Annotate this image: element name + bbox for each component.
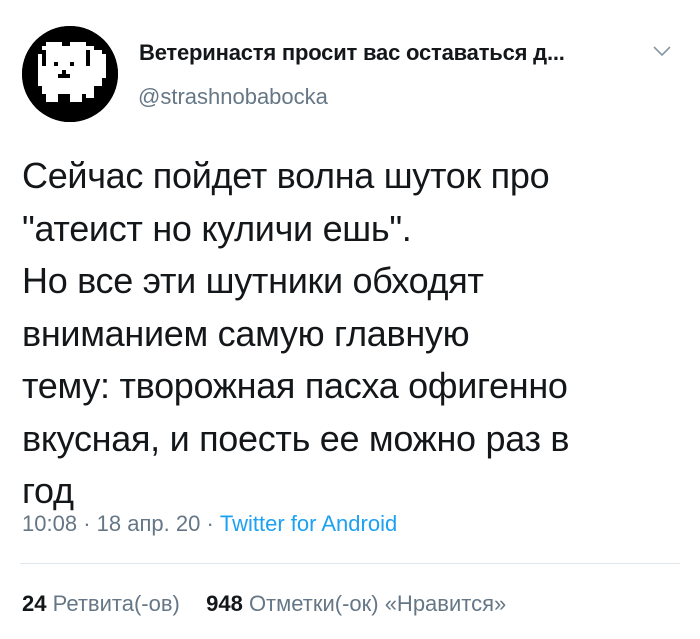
divider <box>20 563 680 564</box>
pixel-dog-avatar-icon <box>22 26 118 122</box>
meta-separator: · <box>83 511 91 536</box>
retweets-stat[interactable]: 24 Ретвита(-ов) <box>22 591 186 616</box>
tweet-text-line: Сейчас пойдет волна шуток про <box>22 155 550 196</box>
likes-stat[interactable]: 948 Отметки(-ок) «Нравится» <box>206 591 506 616</box>
tweet-metadata: 10:08 · 18 апр. 20 · Twitter for Android <box>22 511 397 537</box>
tweet-date[interactable]: 18 апр. 20 <box>97 511 201 536</box>
tweet-text-line: Но все эти шутники обходят <box>22 260 484 301</box>
tweet-source-link[interactable]: Twitter for Android <box>220 511 397 536</box>
display-name[interactable]: Ветеринастя просит вас оставаться д... <box>139 40 565 66</box>
tweet-text-line: вкусная, и поесть ее можно раз в <box>22 417 570 459</box>
chevron-down-icon[interactable] <box>651 43 673 59</box>
user-handle[interactable]: @strashnobabocka <box>138 84 328 110</box>
avatar[interactable] <box>22 26 118 122</box>
tweet-text-line: вниманием самую главную <box>22 312 470 354</box>
likes-label: Отметки(-ок) «Нравится» <box>248 591 507 616</box>
tweet-text-line: "атеист но куличи ешь". <box>22 207 412 249</box>
tweet-time[interactable]: 10:08 <box>22 511 77 536</box>
retweets-label: Ретвита(-ов) <box>52 591 180 616</box>
tweet-text-line: год <box>22 470 74 511</box>
tweet-text: Сейчас пойдет волна шуток про "атеист но… <box>22 150 682 518</box>
likes-count: 948 <box>206 591 243 616</box>
retweets-count: 24 <box>22 591 47 616</box>
meta-separator: · <box>206 511 214 536</box>
tweet-text-line: тему: творожная пасха офигенно <box>22 365 568 406</box>
tweet-stats: 24 Ретвита(-ов) 948 Отметки(-ок) «Нравит… <box>22 591 506 617</box>
